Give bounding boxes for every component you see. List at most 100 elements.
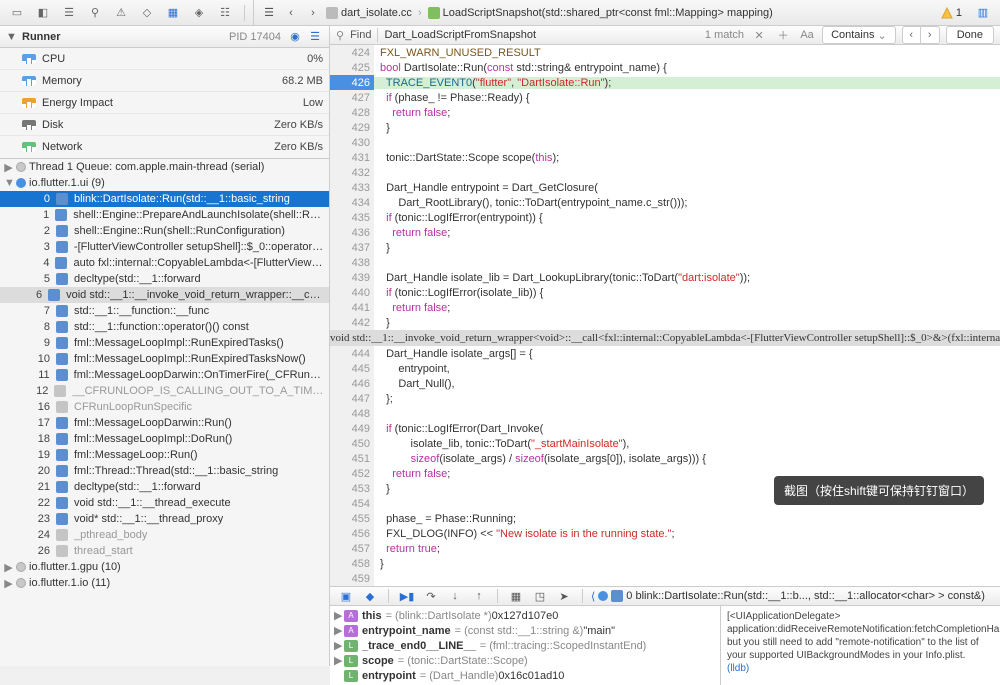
code-line[interactable]: 455 phase_ = Phase::Running; bbox=[330, 511, 1000, 526]
code-line[interactable]: 451 sizeof(isolate_args) / sizeof(isolat… bbox=[330, 451, 1000, 466]
code-line[interactable]: 438 bbox=[330, 255, 1000, 270]
hierarchy-icon[interactable]: ☰ bbox=[307, 29, 323, 45]
add-icon[interactable]: ＋ bbox=[774, 27, 792, 43]
code-line[interactable]: 456 FXL_DLOG(INFO) << "New isolate is in… bbox=[330, 526, 1000, 541]
metric-row[interactable]: CPU0% bbox=[0, 48, 329, 70]
stack-frame[interactable]: 3-[FlutterViewController setupShell]::$_… bbox=[0, 239, 329, 255]
find-done-button[interactable]: Done bbox=[946, 26, 994, 44]
stack-frame[interactable]: 8std::__1::function::operator()() const bbox=[0, 319, 329, 335]
breadcrumb-function[interactable]: LoadScriptSnapshot(std::shared_ptr<const… bbox=[428, 7, 773, 19]
find-next-icon[interactable]: › bbox=[921, 27, 939, 43]
stack-frame[interactable]: 26thread_start bbox=[0, 543, 329, 559]
variable-row[interactable]: ▶L_trace_end0__LINE__ = (fml::tracing::S… bbox=[330, 638, 720, 653]
stack-frame[interactable]: 16CFRunLoopRunSpecific bbox=[0, 399, 329, 415]
metric-row[interactable]: DiskZero KB/s bbox=[0, 114, 329, 136]
code-line[interactable]: 446 Dart_Null(), bbox=[330, 376, 1000, 391]
assistant-editor-icon[interactable]: ▥ bbox=[972, 3, 994, 23]
breakpoints-nav-icon[interactable]: ◈ bbox=[188, 3, 210, 23]
step-out-icon[interactable]: ↑ bbox=[469, 587, 489, 605]
code-line[interactable]: 431 tonic::DartState::Scope scope(this); bbox=[330, 150, 1000, 165]
stack-frame[interactable]: 9fml::MessageLoopImpl::RunExpiredTasks() bbox=[0, 335, 329, 351]
stack-frame[interactable]: 19fml::MessageLoop::Run() bbox=[0, 447, 329, 463]
code-line[interactable]: 429 } bbox=[330, 120, 1000, 135]
source-control-icon[interactable]: ◧ bbox=[32, 3, 54, 23]
code-line[interactable]: 433 Dart_Handle entrypoint = Dart_GetClo… bbox=[330, 180, 1000, 195]
stack-frame[interactable]: 24_pthread_body bbox=[0, 527, 329, 543]
code-line[interactable]: 445 entrypoint, bbox=[330, 361, 1000, 376]
stack-frame[interactable]: 17fml::MessageLoopDarwin::Run() bbox=[0, 415, 329, 431]
find-mode-contains[interactable]: Contains⌄ bbox=[822, 26, 896, 44]
code-line[interactable]: 430 bbox=[330, 135, 1000, 150]
code-line[interactable]: void std::__1::__invoke_void_return_wrap… bbox=[330, 330, 1000, 346]
stack-frame[interactable]: 20fml::Thread::Thread(std::__1::basic_st… bbox=[0, 463, 329, 479]
issues-icon[interactable]: ⚠ bbox=[110, 3, 132, 23]
folder-icon[interactable]: ▭ bbox=[6, 3, 28, 23]
symbols-icon[interactable]: ☰ bbox=[58, 3, 80, 23]
code-line[interactable]: 458} bbox=[330, 556, 1000, 571]
code-line[interactable]: 424FXL_WARN_UNUSED_RESULT bbox=[330, 45, 1000, 60]
thread-row[interactable]: ▶io.flutter.1.gpu (10) bbox=[0, 559, 329, 575]
clear-icon[interactable]: ✕ bbox=[750, 27, 768, 43]
step-in-icon[interactable]: ↓ bbox=[445, 587, 465, 605]
variable-row[interactable]: ▶Aentrypoint_name = (const std::__1::str… bbox=[330, 623, 720, 638]
code-line[interactable]: 447 }; bbox=[330, 391, 1000, 406]
stack-frame[interactable]: 21decltype(std::__1::forward bbox=[0, 479, 329, 495]
stack-frame[interactable]: 4auto fxl::internal::CopyableLambda<-[Fl… bbox=[0, 255, 329, 271]
variable-row[interactable]: ▶Athis = (blink::DartIsolate *) 0x127d10… bbox=[330, 608, 720, 623]
code-line[interactable]: 437 } bbox=[330, 240, 1000, 255]
variables-view[interactable]: ▶Athis = (blink::DartIsolate *) 0x127d10… bbox=[330, 606, 720, 685]
stack-frame[interactable]: 5decltype(std::__1::forward bbox=[0, 271, 329, 287]
find-icon[interactable]: ⚲ bbox=[84, 3, 106, 23]
code-line[interactable]: 426 TRACE_EVENT0("flutter", "DartIsolate… bbox=[330, 75, 1000, 90]
warning-indicator[interactable]: 1 bbox=[935, 7, 968, 19]
stack-frame[interactable]: 23void* std::__1::__thread_proxy bbox=[0, 511, 329, 527]
toggle-debug-area-icon[interactable]: ▣ bbox=[336, 587, 356, 605]
stack-frame[interactable]: 2shell::Engine::Run(shell::RunConfigurat… bbox=[0, 223, 329, 239]
reports-icon[interactable]: ☷ bbox=[214, 3, 236, 23]
code-line[interactable]: 441 return false; bbox=[330, 300, 1000, 315]
code-line[interactable]: 435 if (tonic::LogIfError(entrypoint)) { bbox=[330, 210, 1000, 225]
thread-row[interactable]: ▼io.flutter.1.ui (9) bbox=[0, 175, 329, 191]
continue-icon[interactable]: ▶▮ bbox=[397, 587, 417, 605]
code-line[interactable]: 448 bbox=[330, 406, 1000, 421]
code-line[interactable]: 444 Dart_Handle isolate_args[] = { bbox=[330, 346, 1000, 361]
metric-row[interactable]: NetworkZero KB/s bbox=[0, 136, 329, 158]
breadcrumb-file[interactable]: dart_isolate.cc bbox=[326, 7, 412, 19]
variable-row[interactable]: Lentrypoint = (Dart_Handle) 0x16c01ad10 bbox=[330, 668, 720, 683]
location-icon[interactable]: ➤ bbox=[554, 587, 574, 605]
stack-frame[interactable]: 11fml::MessageLoopDarwin::OnTimerFire(_C… bbox=[0, 367, 329, 383]
code-line[interactable]: 459 bbox=[330, 571, 1000, 586]
debug-breadcrumb[interactable]: ⟨ 0 blink::DartIsolate::Run(std::__1::b.… bbox=[591, 590, 994, 603]
code-line[interactable]: 450 isolate_lib, tonic::ToDart("_startMa… bbox=[330, 436, 1000, 451]
case-icon[interactable]: Aa bbox=[798, 27, 816, 43]
stack-frame[interactable]: 0blink::DartIsolate::Run(std::__1::basic… bbox=[0, 191, 329, 207]
code-line[interactable]: 427 if (phase_ != Phase::Ready) { bbox=[330, 90, 1000, 105]
metric-row[interactable]: Energy ImpactLow bbox=[0, 92, 329, 114]
stack-frame[interactable]: 6void std::__1::__invoke_void_return_wra… bbox=[0, 287, 329, 303]
console-view[interactable]: [<UIApplicationDelegate> application:did… bbox=[720, 606, 1000, 685]
thread-row[interactable]: ▶Thread 1 Queue: com.apple.main-thread (… bbox=[0, 159, 329, 175]
stack-frame[interactable]: 7std::__1::__function::__func bbox=[0, 303, 329, 319]
step-over-icon[interactable]: ↷ bbox=[421, 587, 441, 605]
find-input[interactable] bbox=[384, 29, 698, 41]
memory-graph-icon[interactable]: ◳ bbox=[530, 587, 550, 605]
code-line[interactable]: 436 return false; bbox=[330, 225, 1000, 240]
code-line[interactable]: 432 bbox=[330, 165, 1000, 180]
back-icon[interactable]: ‹ bbox=[282, 4, 300, 22]
find-prev-icon[interactable]: ‹ bbox=[903, 27, 921, 43]
view-debug-icon[interactable]: ▦ bbox=[506, 587, 526, 605]
find-label[interactable]: Find bbox=[350, 29, 371, 41]
related-files-icon[interactable]: ☰ bbox=[260, 4, 278, 22]
code-line[interactable]: 442 } bbox=[330, 315, 1000, 330]
stack-frame[interactable]: 18fml::MessageLoopImpl::DoRun() bbox=[0, 431, 329, 447]
disclosure-icon[interactable]: ▼ bbox=[6, 31, 16, 43]
code-line[interactable]: 439 Dart_Handle isolate_lib = Dart_Looku… bbox=[330, 270, 1000, 285]
code-line[interactable]: 428 return false; bbox=[330, 105, 1000, 120]
stack-frame[interactable]: 22void std::__1::__thread_execute bbox=[0, 495, 329, 511]
debug-navigator-icon[interactable]: ▦ bbox=[162, 3, 184, 23]
stack-frame[interactable]: 12__CFRUNLOOP_IS_CALLING_OUT_TO_A_TIMER_… bbox=[0, 383, 329, 399]
code-line[interactable]: 449 if (tonic::LogIfError(Dart_Invoke( bbox=[330, 421, 1000, 436]
stack-frame[interactable]: 10fml::MessageLoopImpl::RunExpiredTasksN… bbox=[0, 351, 329, 367]
code-line[interactable]: 425bool DartIsolate::Run(const std::stri… bbox=[330, 60, 1000, 75]
thread-row[interactable]: ▶io.flutter.1.io (11) bbox=[0, 575, 329, 591]
